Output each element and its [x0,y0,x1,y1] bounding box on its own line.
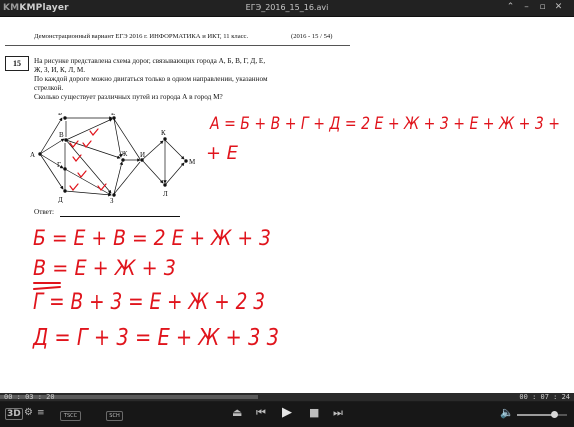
title-bar: KMKMPlayer ЕГЭ_2016_15_16.avi ⌃ – ▫ ✕ [0,0,574,17]
next-icon[interactable]: ⏭ [333,406,343,420]
ink-line-1: Б = Е + В = 2 Е + Ж + 3 [33,226,271,250]
time-current: 00 : 03 : 20 [4,393,55,401]
previous-icon[interactable]: ⏮ [256,406,266,420]
time-total: 00 : 07 : 24 [519,393,570,401]
volume-handle[interactable] [551,411,558,418]
ink-top-right-line-2: + Е [206,142,238,164]
3d-button[interactable]: 3D [5,408,23,420]
seek-bar[interactable] [0,393,574,401]
close-button[interactable]: ✕ [553,2,564,13]
minimize-button[interactable]: – [521,2,532,13]
control-bar: 3D ⚙ ≡ TSCC SCH ⏏ ⏮ ▶ ■ ⏭ 🔈 [0,402,574,427]
pin-icon[interactable]: ⌃ [505,2,516,13]
eject-icon[interactable]: ⏏ [232,406,242,419]
volume-level [517,414,554,416]
stop-icon[interactable]: ■ [309,406,319,419]
ink-line-4: Д = Г + 3 = Е + Ж + 3 3 [32,325,279,351]
ink-underline-v-2 [33,286,61,290]
video-viewport[interactable]: Демонстрационный вариант ЕГЭ 2016 г. ИНФ… [0,17,574,393]
ink-top-right-line-1: А = Б + В + Г + Д = 2 Е + Ж + 3 + Е + Ж … [209,114,560,134]
play-button[interactable]: ▶ [282,405,292,420]
tscc-badge[interactable]: TSCC [60,411,81,421]
volume-icon[interactable]: 🔈 [500,406,514,419]
maximize-button[interactable]: ▫ [537,2,548,13]
sch-badge[interactable]: SCH [106,411,123,421]
ink-line-2: В = Е + Ж + 3 [33,256,176,280]
ink-line-3: Г = В + 3 = Е + Ж + 2 3 [33,290,265,315]
window-title: ЕГЭ_2016_15_16.avi [245,3,329,12]
playlist-icon[interactable]: ≡ [37,408,45,418]
handwriting-layer: А = Б + В + Г + Д = 2 Е + Ж + 3 + Е + Ж … [32,114,560,351]
settings-icon[interactable]: ⚙ [24,407,33,418]
